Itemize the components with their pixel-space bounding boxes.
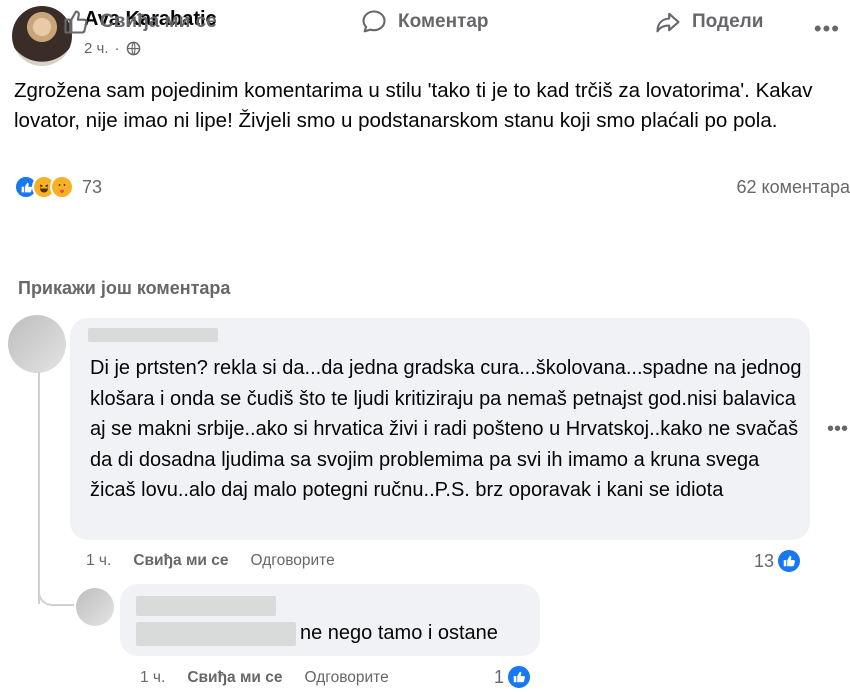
comment-label: Коментар	[398, 11, 489, 32]
reply-name-redacted[interactable]	[136, 596, 276, 616]
thread-connector	[38, 588, 74, 606]
reply-avatar[interactable]	[76, 588, 114, 626]
share-label: Подели	[692, 11, 764, 32]
comment-icon	[362, 10, 386, 33]
reply-time[interactable]: 1 ч.	[140, 669, 165, 687]
commenter-avatar[interactable]	[8, 315, 66, 373]
commenter-name-redacted[interactable]	[88, 328, 218, 342]
reply-text-redacted	[136, 622, 296, 646]
post-text: Zgrožena sam pojedinim komentarima u sti…	[14, 79, 813, 132]
comment-reaction-count: 13	[754, 550, 775, 571]
share-icon	[656, 12, 680, 33]
thumbs-up-icon	[64, 10, 88, 34]
comment-reactions[interactable]: 13	[754, 548, 803, 574]
comments-count[interactable]: 62 коментара	[736, 177, 850, 198]
care-reaction-icon	[50, 175, 74, 199]
comment-text: Di je prtsten? rekla si da...da jedna gr…	[90, 357, 802, 501]
reply-reply-button[interactable]: Одговорите	[305, 669, 389, 687]
reply-reaction-count: 1	[494, 666, 505, 687]
view-more-comments[interactable]: Прикажи још коментара	[18, 278, 230, 299]
post-time[interactable]: 2 ч.	[84, 40, 109, 57]
like-reaction-icon	[776, 548, 803, 574]
like-button[interactable]: Свиђа ми се	[62, 8, 217, 36]
comment-button[interactable]: Коментар	[360, 8, 489, 36]
more-icon[interactable]: •••	[814, 16, 840, 42]
comment-like-button[interactable]: Свиђа ми се	[133, 552, 228, 570]
like-label: Свиђа ми се	[100, 11, 217, 32]
comment-time[interactable]: 1 ч.	[86, 552, 111, 570]
comment-reply-button[interactable]: Одговорите	[251, 552, 335, 570]
comment-more-icon[interactable]: •••	[827, 418, 848, 441]
meta-separator: ·	[114, 40, 120, 57]
reply-meta: 1 ч. Свиђа ми се Одговорите	[140, 669, 389, 687]
share-button[interactable]: Подели	[654, 8, 763, 36]
thread-line	[38, 372, 40, 604]
reaction-summary[interactable]: 73	[14, 175, 102, 199]
reply-like-button[interactable]: Свиђа ми се	[187, 669, 282, 687]
reply-reactions[interactable]: 1	[494, 664, 533, 690]
reply-text: ne nego tamo i ostane	[300, 622, 498, 644]
like-reaction-icon	[506, 664, 533, 690]
post-meta: 2 ч. ·	[84, 40, 141, 57]
comment-meta: 1 ч. Свиђа ми се Одговорите	[86, 552, 335, 570]
reaction-count: 73	[82, 176, 103, 197]
globe-icon	[126, 41, 140, 56]
